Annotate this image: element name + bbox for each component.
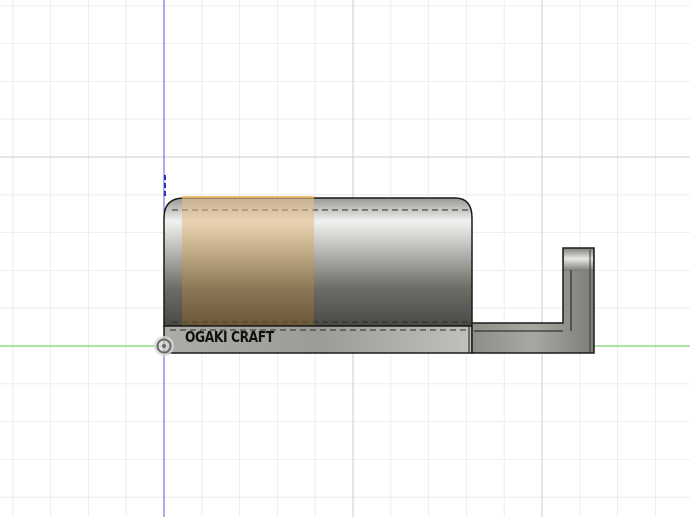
engraved-text: OGAKI CRAFT xyxy=(185,328,274,346)
model-body[interactable] xyxy=(163,196,473,327)
origin-point-icon[interactable] xyxy=(154,336,174,356)
design-canvas[interactable] xyxy=(0,0,690,517)
hook-top-cap xyxy=(564,249,593,271)
model-hook[interactable] xyxy=(471,247,595,354)
selection-highlight[interactable] xyxy=(182,196,314,326)
cad-viewport[interactable]: OGAKI CRAFT xyxy=(0,0,690,517)
